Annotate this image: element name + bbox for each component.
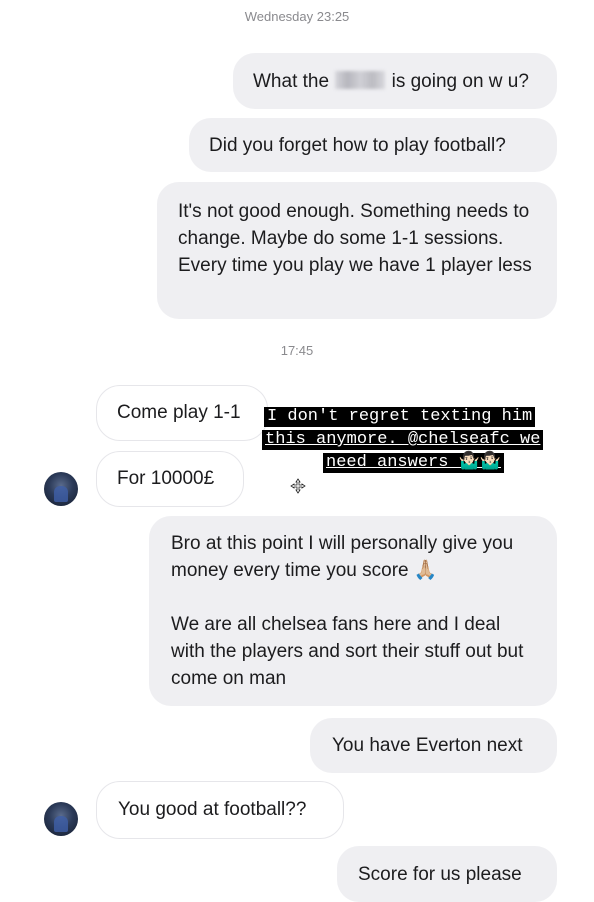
message-bubble-incoming[interactable]: For 10000£ [96, 451, 244, 507]
message-bubble-outgoing[interactable]: Score for us please [337, 846, 557, 902]
message-paragraph: Bro at this point I will personally give… [171, 533, 514, 581]
message-text: Come play 1-1 [117, 402, 241, 423]
message-bubble-outgoing[interactable]: What the is going on w u? [233, 53, 557, 109]
message-text: is going on w u? [386, 71, 529, 92]
story-caption-line: need answers 🤷🏻‍♂️🤷🏻‍♂️ [323, 453, 504, 473]
message-text: You have Everton next [332, 735, 523, 756]
message-text: For 10000£ [117, 468, 215, 489]
move-cursor-icon [290, 478, 306, 494]
message-text: Did you forget how to play football? [209, 135, 506, 156]
message-text: You good at football?? [118, 799, 307, 820]
message-paragraph: We are all chelsea fans here and I deal … [171, 614, 524, 689]
message-text: Score for us please [358, 864, 522, 885]
story-caption-line: I don't regret texting him [264, 407, 536, 427]
timestamp: Wednesday 23:25 [244, 9, 350, 24]
message-bubble-outgoing[interactable]: You have Everton next [310, 718, 557, 773]
message-bubble-incoming[interactable]: Come play 1-1 [96, 385, 268, 441]
message-text: It's not good enough. Something needs to… [178, 201, 532, 276]
message-bubble-outgoing[interactable]: Did you forget how to play football? [189, 118, 557, 172]
story-caption-line: this anymore. @chelseafc we [262, 430, 544, 450]
message-bubble-outgoing[interactable]: It's not good enough. Something needs to… [157, 182, 557, 319]
contact-avatar[interactable] [44, 802, 78, 836]
message-bubble-outgoing[interactable]: Bro at this point I will personally give… [149, 516, 557, 706]
contact-avatar[interactable] [44, 472, 78, 506]
message-text: What the [253, 71, 335, 92]
censored-word [335, 71, 386, 89]
timestamp: 17:45 [280, 343, 314, 358]
message-bubble-incoming[interactable]: You good at football?? [96, 781, 344, 839]
